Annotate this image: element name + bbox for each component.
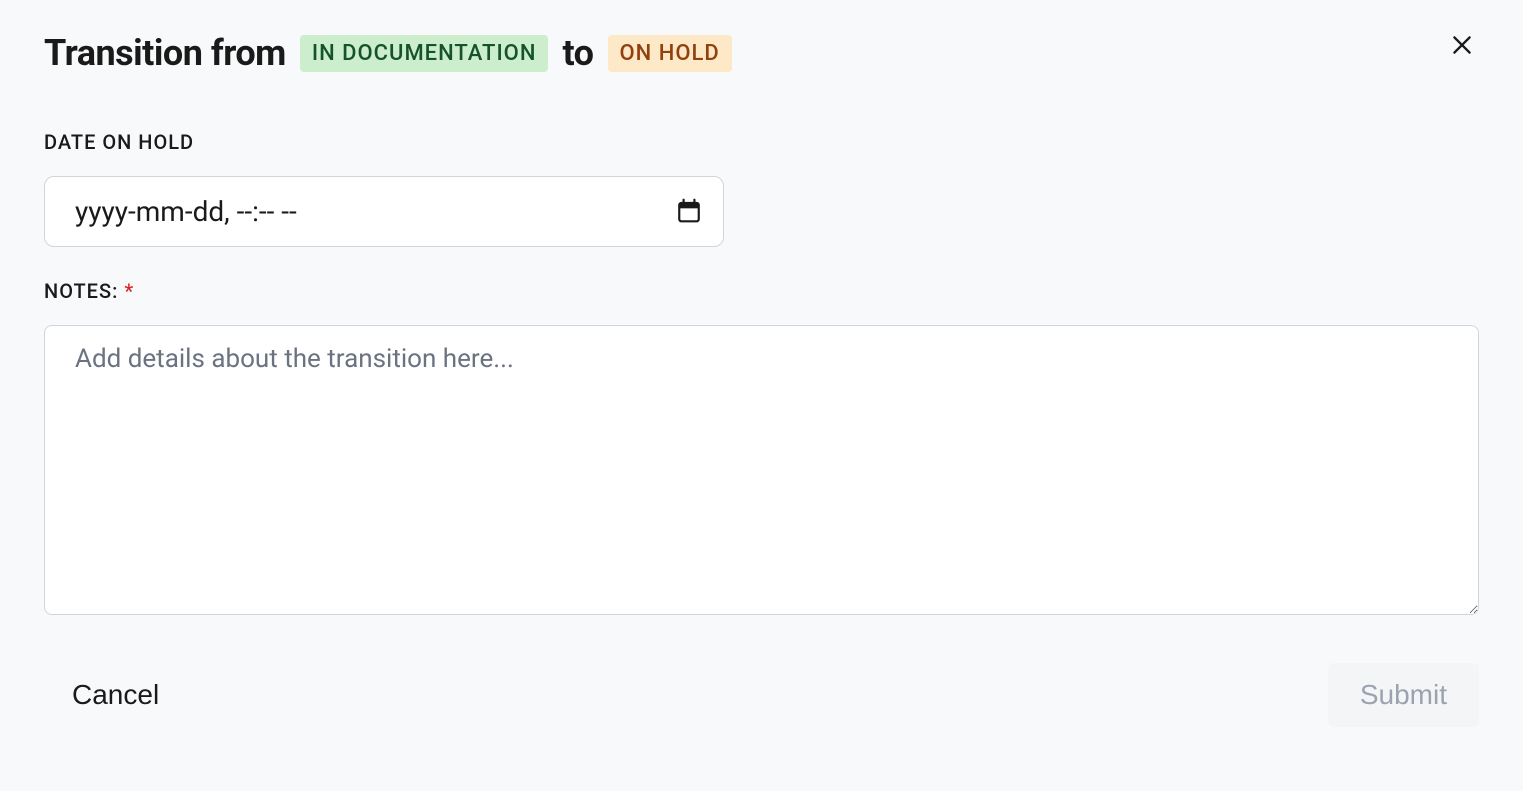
to-status-badge: ON HOLD [608,35,732,72]
close-icon [1449,46,1475,61]
close-button[interactable] [1445,28,1479,65]
modal-footer: Cancel Submit [44,663,1479,727]
cancel-button[interactable]: Cancel [44,669,187,721]
notes-textarea[interactable] [44,325,1479,615]
date-on-hold-input[interactable] [44,176,724,247]
notes-field: NOTES: * [44,279,1479,619]
calendar-icon [676,211,702,226]
date-input-wrapper [44,176,724,247]
submit-button[interactable]: Submit [1328,663,1479,727]
title-prefix: Transition from [44,32,286,74]
required-indicator: * [124,279,134,303]
date-label: DATE ON HOLD [44,130,1479,154]
modal-title: Transition from IN DOCUMENTATION to ON H… [44,32,1479,74]
from-status-badge: IN DOCUMENTATION [300,35,549,72]
calendar-picker-button[interactable] [676,197,702,226]
title-mid: to [562,32,593,74]
date-field: DATE ON HOLD [44,130,1479,247]
notes-label: NOTES: * [44,279,1479,303]
transition-modal: Transition from IN DOCUMENTATION to ON H… [44,32,1479,727]
notes-label-text: NOTES: [44,279,118,303]
